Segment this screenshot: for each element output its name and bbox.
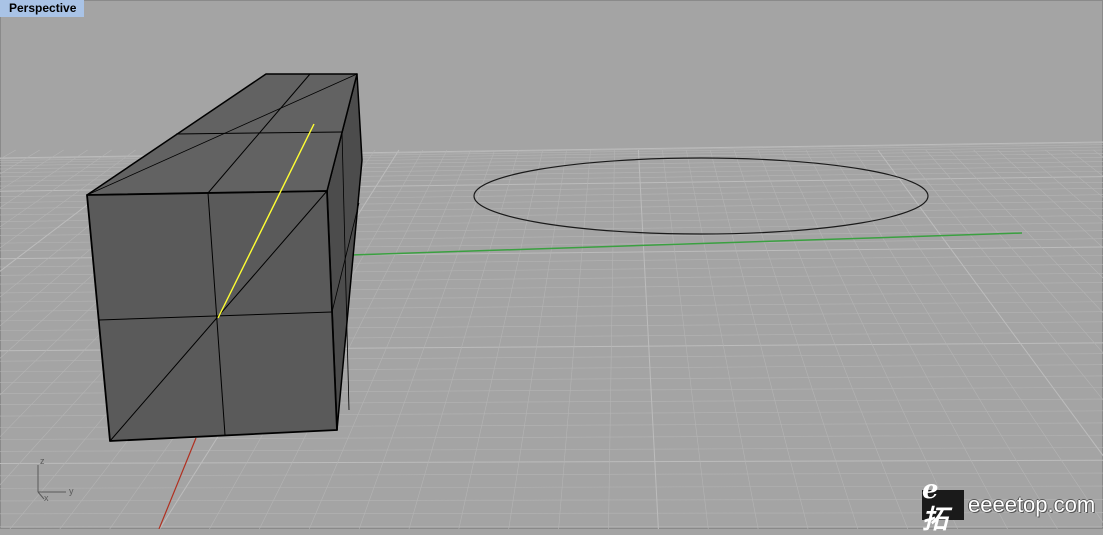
grid-line: [973, 149, 1103, 279]
viewport-scene[interactable]: [0, 0, 1103, 529]
grid-line: [829, 149, 1058, 529]
grid-line: [558, 149, 591, 529]
grid-line: [1069, 149, 1103, 177]
grid-line: [901, 149, 1103, 401]
grid-line: [358, 149, 496, 529]
grid-line: [458, 149, 543, 529]
grid-line: [608, 149, 615, 529]
grid-line: [853, 149, 1103, 524]
axis-z-label: z: [40, 456, 45, 466]
circle-curve[interactable]: [473, 157, 929, 235]
axis-x-label: x: [44, 493, 49, 503]
grid-line: [949, 149, 1103, 314]
grid-line: [925, 149, 1103, 354]
grid-line: [1021, 149, 1103, 222]
box-object[interactable]: [86, 73, 363, 442]
grid-line: [733, 149, 859, 529]
grid-line: [508, 149, 567, 529]
axis-y-label: y: [69, 486, 74, 496]
watermark: e拓 eeeetop.com: [922, 475, 1100, 535]
grid-line: [0, 149, 16, 160]
grid-line: [709, 149, 809, 529]
grid-line: [0, 459, 1103, 464]
watermark-text: eeeetop.com: [968, 492, 1096, 517]
watermark-logo: e拓: [922, 475, 964, 535]
world-x-axis: [158, 437, 197, 529]
grid-line: [805, 149, 1008, 529]
axis-gizmo: z y x: [30, 455, 85, 503]
grid-line: [1093, 149, 1103, 158]
viewport-title-tab[interactable]: Perspective: [0, 0, 85, 17]
